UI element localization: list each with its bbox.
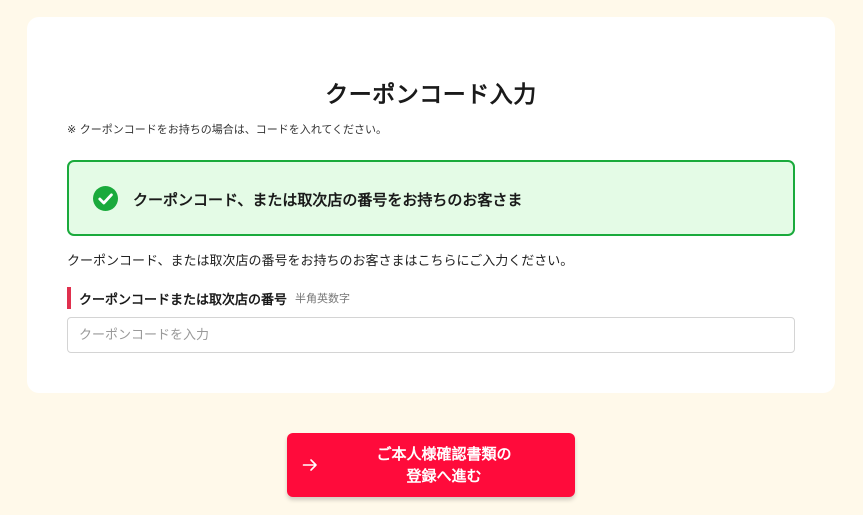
coupon-card: クーポンコード入力 ※ クーポンコードをお持ちの場合は、コードを入れてください。… [27, 17, 835, 393]
coupon-field-label: クーポンコードまたは取次店の番号 [79, 292, 288, 308]
coupon-field-label-row: クーポンコードまたは取次店の番号 半角英数字 [67, 287, 350, 309]
coupon-field-hint: 半角英数字 [295, 292, 351, 305]
proceed-button-label: ご本人様確認書類の 登録へ進む [335, 444, 553, 488]
proceed-button-line2: 登録へ進む [406, 468, 482, 485]
coupon-option-label: クーポンコード、または取次店の番号をお持ちのお客さま [133, 191, 523, 209]
page-title: クーポンコード入力 [325, 82, 537, 108]
arrow-right-icon [302, 459, 317, 471]
proceed-button-line1: ご本人様確認書類の [376, 446, 512, 463]
coupon-note: ※ クーポンコードをお持ちの場合は、コードを入れてください。 [67, 123, 388, 136]
coupon-code-input[interactable] [67, 317, 795, 353]
field-label-bar [67, 287, 71, 309]
coupon-description: クーポンコード、または取次店の番号をお持ちのお客さまはこちらにご入力ください。 [67, 254, 574, 269]
proceed-to-id-registration-button[interactable]: ご本人様確認書類の 登録へ進む [287, 433, 575, 497]
coupon-option-selected[interactable]: クーポンコード、または取次店の番号をお持ちのお客さま [67, 160, 795, 236]
check-circle-icon [93, 186, 118, 211]
